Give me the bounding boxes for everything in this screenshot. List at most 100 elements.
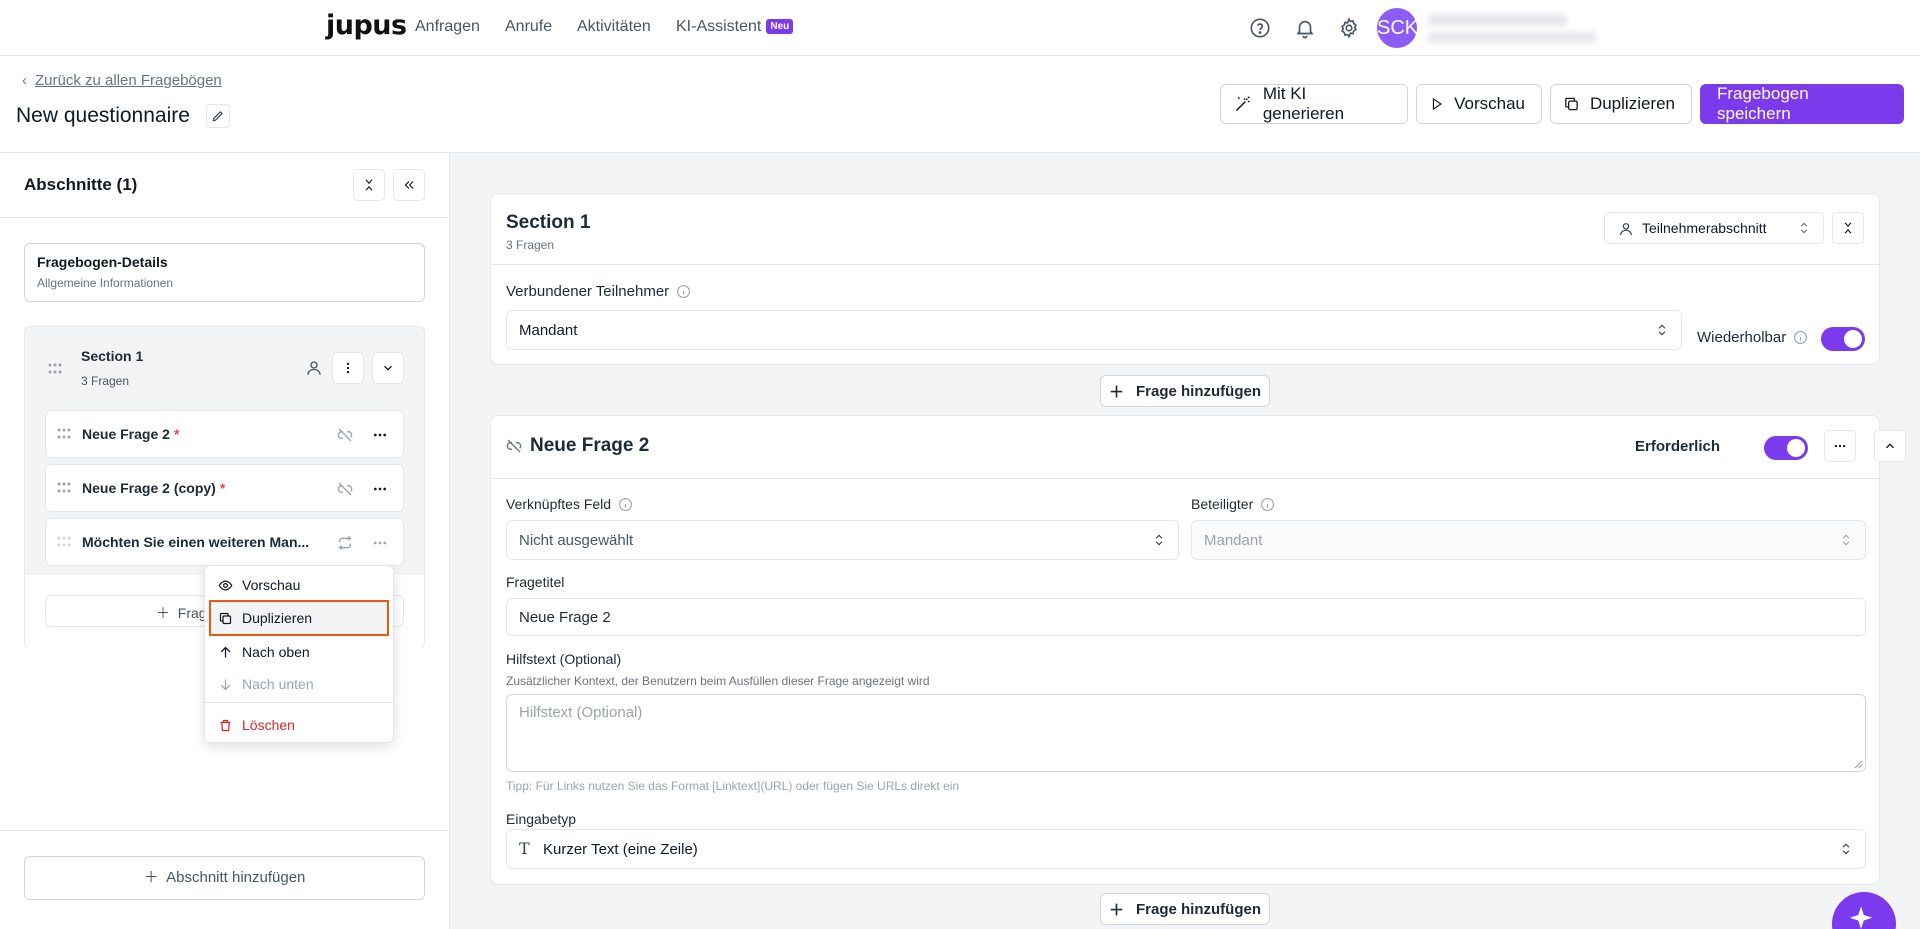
menu-item-preview[interactable]: Vorschau (209, 570, 389, 600)
add-question-label: Frage hinzufügen (1136, 382, 1261, 400)
add-question-button[interactable]: ＋ Frage hinzufügen (1100, 375, 1270, 407)
question-label-text: Neue Frage 2 (82, 426, 170, 442)
question-item[interactable]: Neue Frage 2 (copy) * (45, 464, 404, 512)
question-more-button[interactable] (1824, 430, 1856, 462)
linked-participant-label: Verbundener Teilnehmer (506, 283, 691, 300)
question-label-text: Möchten Sie einen weiteren Man... (82, 534, 310, 550)
edit-title-button[interactable] (206, 104, 230, 128)
add-question-label: Frage hinzufügen (1136, 900, 1261, 918)
sidebar-footer-divider (0, 830, 449, 831)
gear-icon[interactable] (1338, 17, 1360, 39)
participant-value: Mandant (1204, 532, 1263, 549)
menu-item-duplicate[interactable]: Duplizieren (209, 600, 389, 636)
help-icon[interactable] (1249, 17, 1271, 39)
question-item[interactable]: Möchten Sie einen weiteren Man... (45, 518, 404, 566)
required-toggle[interactable] (1764, 436, 1808, 460)
collapse-question-button[interactable] (1874, 430, 1906, 462)
question-title: Neue Frage 2 (530, 435, 650, 456)
menu-item-label: Nach unten (242, 676, 314, 692)
sparkle-icon (1849, 906, 1873, 929)
more-horizontal-icon[interactable] (372, 535, 388, 551)
question-item-label: Möchten Sie einen weiteren Man... (82, 534, 309, 550)
save-questionnaire-button[interactable]: Fragebogen speichern (1700, 84, 1904, 124)
required-marker: * (219, 480, 226, 496)
section-type-select[interactable]: Teilnehmerabschnitt (1604, 212, 1824, 244)
repeatable-toggle[interactable] (1821, 327, 1865, 351)
duplicate-button[interactable]: Duplizieren (1550, 84, 1692, 124)
menu-item-label: Nach oben (242, 644, 310, 660)
linked-field-label: Verknüpftes Feld (506, 496, 633, 512)
question-title-input[interactable]: Neue Frage 2 (506, 598, 1866, 636)
info-icon[interactable] (676, 284, 691, 299)
magic-wand-icon (1235, 96, 1250, 112)
collapse-sidebar-button[interactable] (393, 169, 425, 201)
help-text-label-text: Hilfstext (Optional) (506, 651, 622, 667)
add-question-sidebar-label: Frag (177, 605, 207, 621)
top-navigation: jupus Anfragen Anrufe Aktivitäten KI-Ass… (0, 0, 1920, 56)
drag-handle-icon[interactable] (47, 362, 63, 376)
sidebar-divider (0, 217, 449, 218)
chevrons-up-down-icon (1155, 534, 1163, 546)
add-section-label: Abschnitt hinzufügen (166, 869, 306, 886)
input-type-select[interactable]: T Kurzer Text (eine Zeile) (506, 829, 1866, 869)
section-more-button[interactable] (332, 352, 364, 384)
nav-link-ki-assistent[interactable]: KI-Assistent Neu (676, 18, 794, 36)
user-avatar[interactable]: SCK (1377, 8, 1418, 48)
preview-button[interactable]: Vorschau (1416, 84, 1542, 124)
collapse-section-button[interactable] (1832, 212, 1864, 244)
bell-icon[interactable] (1294, 17, 1316, 39)
section-type-value: Teilnehmerabschnitt (1642, 220, 1767, 236)
more-horizontal-icon[interactable] (372, 481, 388, 497)
linked-participant-select[interactable]: Mandant (506, 310, 1682, 350)
nav-link-anrufe[interactable]: Anrufe (505, 18, 552, 36)
generate-with-ai-button[interactable]: Mit KI generieren (1220, 84, 1408, 124)
info-icon[interactable] (1793, 330, 1808, 345)
new-badge: Neu (766, 19, 794, 34)
question-title-input-value: Neue Frage 2 (519, 609, 611, 626)
back-link-label: Zurück zu allen Fragebögen (35, 72, 222, 89)
card-divider (491, 264, 1879, 265)
text-type-icon: T (519, 839, 530, 858)
questionnaire-details-card[interactable]: Fragebogen-Details Allgemeine Informatio… (24, 243, 425, 302)
arrow-down-icon (220, 679, 231, 690)
question-item[interactable]: Neue Frage 2 * (45, 410, 404, 458)
resize-handle-icon[interactable] (1854, 760, 1863, 769)
nav-link-anfragen[interactable]: Anfragen (415, 18, 480, 36)
chevron-down-icon (384, 365, 392, 371)
more-horizontal-icon (1834, 444, 1846, 448)
section-subtitle: 3 Fragen (506, 238, 555, 252)
help-text-textarea[interactable]: Hilfstext (Optional) (506, 694, 1866, 772)
chevrons-up-down-icon (1658, 324, 1666, 336)
linked-field-select[interactable]: Nicht ausgewählt (506, 520, 1179, 560)
section-expand-button[interactable] (372, 352, 404, 384)
info-icon[interactable] (618, 497, 633, 512)
app-logo[interactable]: jupus (326, 10, 407, 41)
required-label: Erforderlich (1635, 438, 1721, 455)
nav-link-aktivitaeten[interactable]: Aktivitäten (577, 18, 651, 36)
help-text-label: Hilfstext (Optional) (506, 651, 621, 667)
linked-field-value: Nicht ausgewählt (519, 532, 634, 549)
drag-handle-icon[interactable] (56, 481, 72, 495)
arrow-up-icon (220, 646, 231, 657)
add-question-button-bottom[interactable]: ＋ Frage hinzufügen (1100, 893, 1270, 925)
add-section-button[interactable]: ＋ Abschnitt hinzufügen (24, 856, 425, 900)
menu-item-move-up[interactable]: Nach oben (209, 637, 389, 667)
back-to-questionnaires-link[interactable]: ‹ Zurück zu allen Fragebögen (22, 72, 222, 89)
drag-handle-icon[interactable] (56, 535, 72, 549)
repeat-icon (338, 535, 352, 551)
question-item-label: Neue Frage 2 * (82, 426, 179, 442)
required-marker: * (173, 426, 180, 442)
more-horizontal-icon[interactable] (372, 427, 388, 443)
section-item-title[interactable]: Section 1 (81, 348, 143, 364)
question-label-text: Neue Frage 2 (copy) (82, 480, 216, 496)
info-icon[interactable] (1260, 497, 1275, 512)
collapse-all-button[interactable] (353, 169, 385, 201)
nav-link-label: KI-Assistent (676, 18, 762, 35)
user-icon (307, 361, 321, 375)
menu-item-label: Löschen (242, 717, 295, 733)
user-email-redacted (1428, 32, 1596, 43)
main-editor: Section 1 3 Fragen Teilnehmerabschnitt V… (450, 153, 1920, 929)
drag-handle-icon[interactable] (56, 427, 72, 441)
menu-item-delete[interactable]: Löschen (209, 710, 389, 740)
preview-label: Vorschau (1454, 94, 1525, 113)
